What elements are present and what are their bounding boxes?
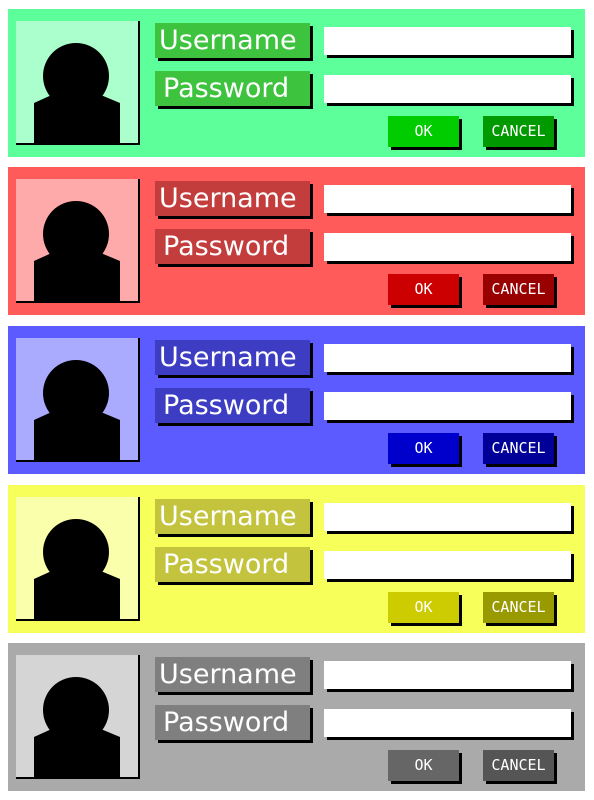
cancel-button[interactable]: CANCEL (483, 592, 554, 623)
cancel-button[interactable]: CANCEL (483, 433, 554, 464)
password-input[interactable] (324, 75, 571, 103)
password-label: Password (155, 388, 310, 423)
username-input[interactable] (324, 185, 571, 213)
password-label: Password (155, 71, 310, 106)
password-label: Password (155, 229, 310, 264)
avatar (16, 338, 140, 462)
login-panel-yellow: Username Password OK CANCEL (8, 485, 585, 633)
ok-button[interactable]: OK (388, 116, 459, 147)
username-label: Username (155, 181, 310, 216)
cancel-button[interactable]: CANCEL (483, 274, 554, 305)
password-label: Password (155, 705, 310, 740)
ok-button[interactable]: OK (388, 433, 459, 464)
cancel-button[interactable]: CANCEL (483, 116, 554, 147)
login-panel-red: Username Password OK CANCEL (8, 167, 585, 315)
login-panel-green: Username Password OK CANCEL (8, 9, 585, 157)
login-panel-blue: Username Password OK CANCEL (8, 326, 585, 474)
avatar (16, 179, 140, 303)
user-silhouette-icon (34, 360, 120, 460)
password-input[interactable] (324, 392, 571, 420)
avatar (16, 497, 140, 621)
user-silhouette-icon (34, 43, 120, 143)
password-input[interactable] (324, 709, 571, 737)
password-input[interactable] (324, 551, 571, 579)
username-label: Username (155, 23, 310, 58)
ok-button[interactable]: OK (388, 592, 459, 623)
username-input[interactable] (324, 661, 571, 689)
username-input[interactable] (324, 503, 571, 531)
avatar (16, 21, 140, 145)
username-input[interactable] (324, 344, 571, 372)
user-silhouette-icon (34, 201, 120, 301)
user-silhouette-icon (34, 519, 120, 619)
ok-button[interactable]: OK (388, 750, 459, 781)
login-panel-gray: Username Password OK CANCEL (8, 643, 585, 791)
user-silhouette-icon (34, 677, 120, 777)
username-label: Username (155, 499, 310, 534)
ok-button[interactable]: OK (388, 274, 459, 305)
avatar (16, 655, 140, 779)
username-label: Username (155, 340, 310, 375)
password-label: Password (155, 547, 310, 582)
username-label: Username (155, 657, 310, 692)
cancel-button[interactable]: CANCEL (483, 750, 554, 781)
username-input[interactable] (324, 27, 571, 55)
password-input[interactable] (324, 233, 571, 261)
